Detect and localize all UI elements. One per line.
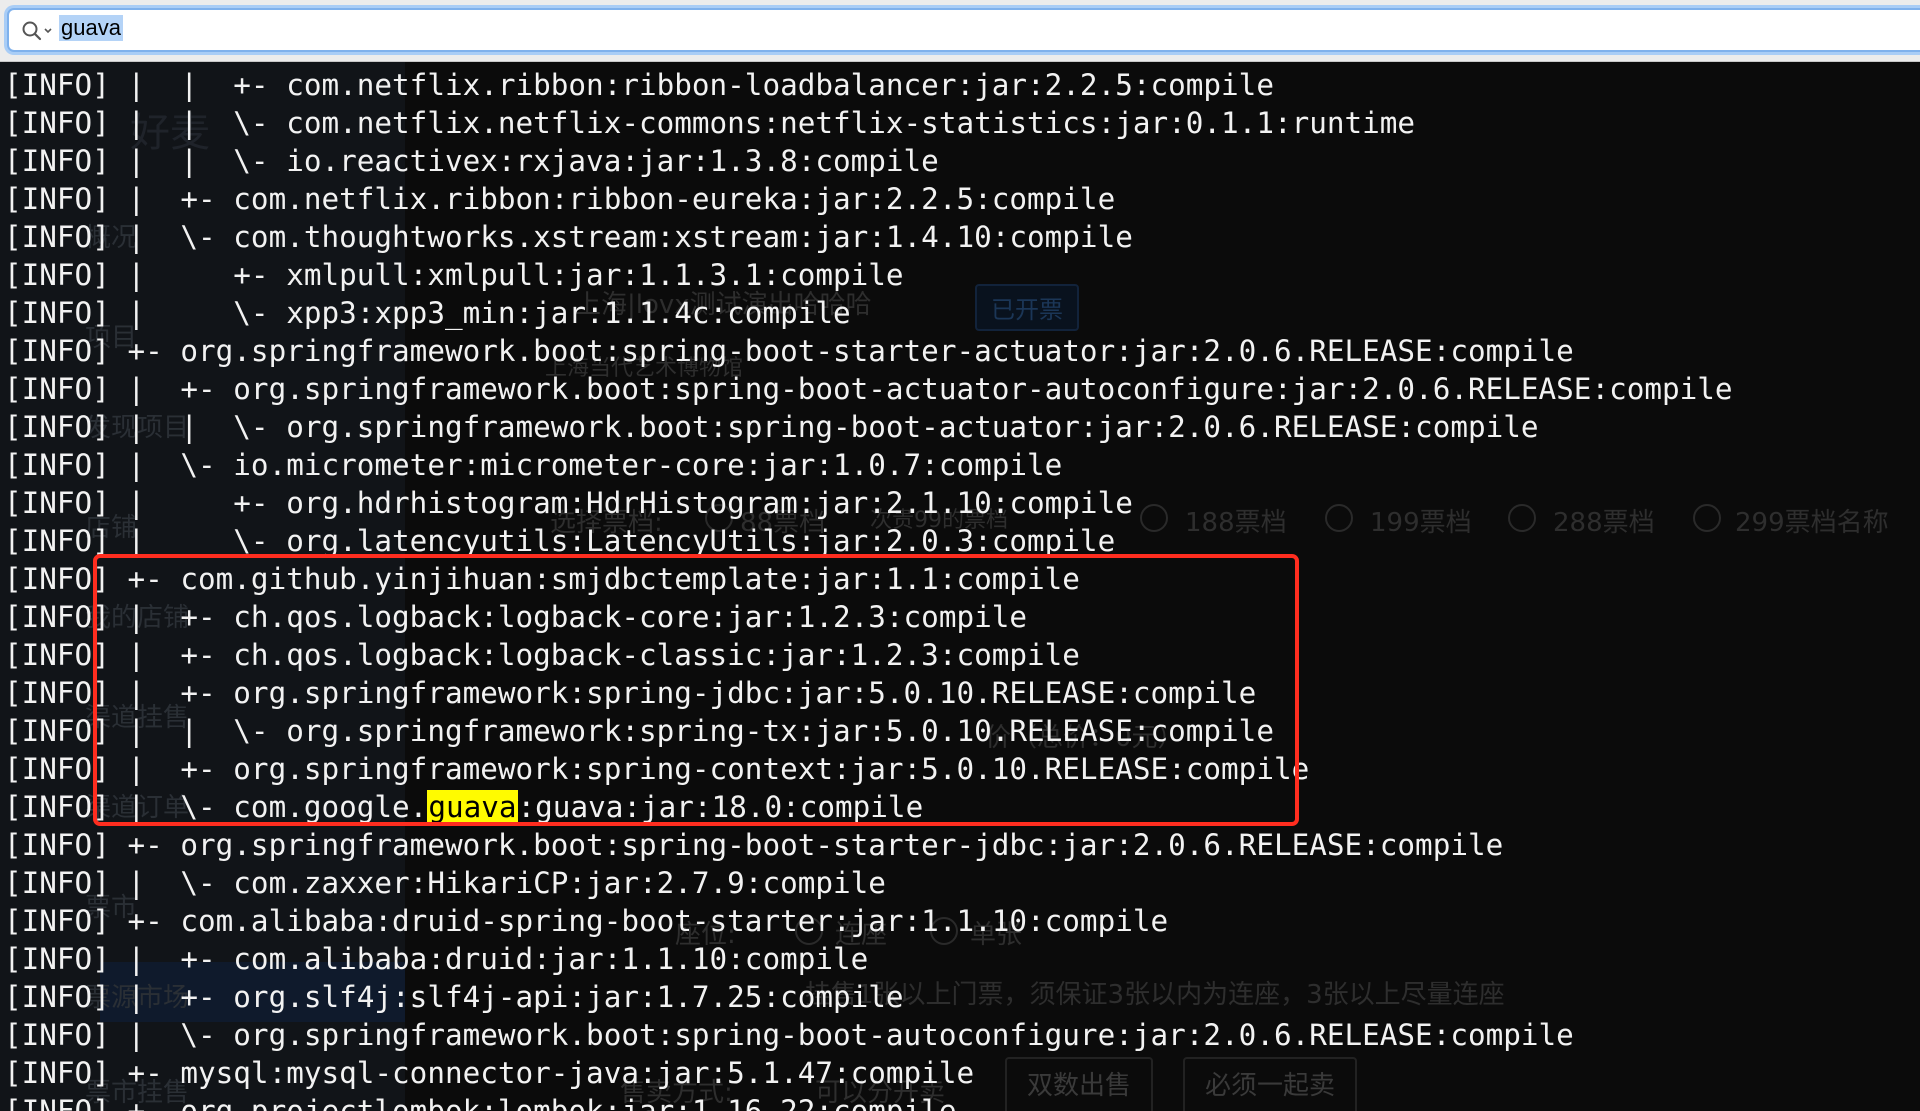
terminal-line: [INFO] | \- xpp3:xpp3_min:jar:1.1.4c:com… <box>4 294 851 332</box>
terminal-line: [INFO] +- org.projectlombok:lombok:jar:1… <box>4 1092 956 1111</box>
terminal-line-text: [INFO] | \- com.thoughtworks.xstream:xst… <box>4 220 1133 254</box>
red-annotation-box <box>93 554 1299 826</box>
terminal-line-text: [INFO] | \- xpp3:xpp3_min:jar:1.1.4c:com… <box>4 296 851 330</box>
search-input[interactable]: guava <box>59 15 123 41</box>
terminal-line: [INFO] | | \- org.springframework.boot:s… <box>4 408 1539 446</box>
terminal-line-text: [INFO] | | \- com.netflix.netflix-common… <box>4 106 1416 140</box>
terminal-line-text: [INFO] | | \- org.springframework.boot:s… <box>4 410 1539 444</box>
terminal-line: [INFO] | +- xmlpull:xmlpull:jar:1.1.3.1:… <box>4 256 904 294</box>
find-bar: guava <box>0 0 1920 62</box>
terminal-line: [INFO] | +- com.netflix.ribbon:ribbon-eu… <box>4 180 1115 218</box>
terminal-line-text: [INFO] | \- io.micrometer:micrometer-cor… <box>4 448 1063 482</box>
terminal-line: [INFO] | +- org.springframework.boot:spr… <box>4 370 1733 408</box>
terminal-line-text: [INFO] | | \- io.reactivex:rxjava:jar:1.… <box>4 144 939 178</box>
terminal-line: [INFO] | \- com.thoughtworks.xstream:xst… <box>4 218 1133 256</box>
terminal-line: [INFO] | \- io.micrometer:micrometer-cor… <box>4 446 1062 484</box>
terminal-line: [INFO] +- com.alibaba:druid-spring-boot-… <box>4 902 1168 940</box>
terminal-line-text: [INFO] | +- com.netflix.ribbon:ribbon-eu… <box>4 182 1116 216</box>
terminal-line-text: [INFO] | \- org.springframework.boot:spr… <box>4 1018 1574 1052</box>
terminal-line: [INFO] | +- org.slf4j:slf4j-api:jar:1.7.… <box>4 978 904 1016</box>
terminal-line-text: [INFO] +- org.projectlombok:lombok:jar:1… <box>4 1094 957 1111</box>
terminal-line: [INFO] | | \- com.netflix.netflix-common… <box>4 104 1415 142</box>
terminal-line: [INFO] | | \- io.reactivex:rxjava:jar:1.… <box>4 142 939 180</box>
terminal-line-text: [INFO] | \- com.zaxxer:HikariCP:jar:2.7.… <box>4 866 886 900</box>
find-field[interactable]: guava <box>7 8 1920 52</box>
terminal-line: [INFO] | +- org.hdrhistogram:HdrHistogra… <box>4 484 1133 522</box>
terminal-line: [INFO] +- mysql:mysql-connector-java:jar… <box>4 1054 974 1092</box>
terminal-line: [INFO] | \- org.springframework.boot:spr… <box>4 1016 1574 1054</box>
terminal-line-text: [INFO] | | +- com.netflix.ribbon:ribbon-… <box>4 68 1274 102</box>
terminal-line: [INFO] | \- com.zaxxer:HikariCP:jar:2.7.… <box>4 864 886 902</box>
terminal-line: [INFO] | | +- com.netflix.ribbon:ribbon-… <box>4 66 1274 104</box>
terminal-line-text: [INFO] | +- org.springframework.boot:spr… <box>4 372 1733 406</box>
terminal-line-text: [INFO] | +- org.hdrhistogram:HdrHistogra… <box>4 486 1133 520</box>
terminal-line-text: [INFO] +- org.springframework.boot:sprin… <box>4 828 1504 862</box>
screen: guava 好麦 概况 项目 发现项目 店铺 我的店铺 渠道挂售 渠道订单 票市… <box>0 0 1920 1111</box>
terminal-line-text: [INFO] +- org.springframework.boot:sprin… <box>4 334 1574 368</box>
terminal-line-text: [INFO] | +- xmlpull:xmlpull:jar:1.1.3.1:… <box>4 258 904 292</box>
terminal-line-text: [INFO] | +- org.slf4j:slf4j-api:jar:1.7.… <box>4 980 904 1014</box>
terminal-line: [INFO] +- org.springframework.boot:sprin… <box>4 826 1503 864</box>
terminal-line-text: [INFO] | \- org.latencyutils:LatencyUtil… <box>4 524 1116 558</box>
terminal-line-text: [INFO] +- com.alibaba:druid-spring-boot-… <box>4 904 1169 938</box>
terminal-line-text: [INFO] | +- com.alibaba:druid:jar:1.1.10… <box>4 942 869 976</box>
search-icon[interactable] <box>21 20 57 42</box>
terminal-line: [INFO] | +- com.alibaba:druid:jar:1.1.10… <box>4 940 868 978</box>
terminal-line: [INFO] +- org.springframework.boot:sprin… <box>4 332 1574 370</box>
terminal-line-text: [INFO] +- mysql:mysql-connector-java:jar… <box>4 1056 975 1090</box>
